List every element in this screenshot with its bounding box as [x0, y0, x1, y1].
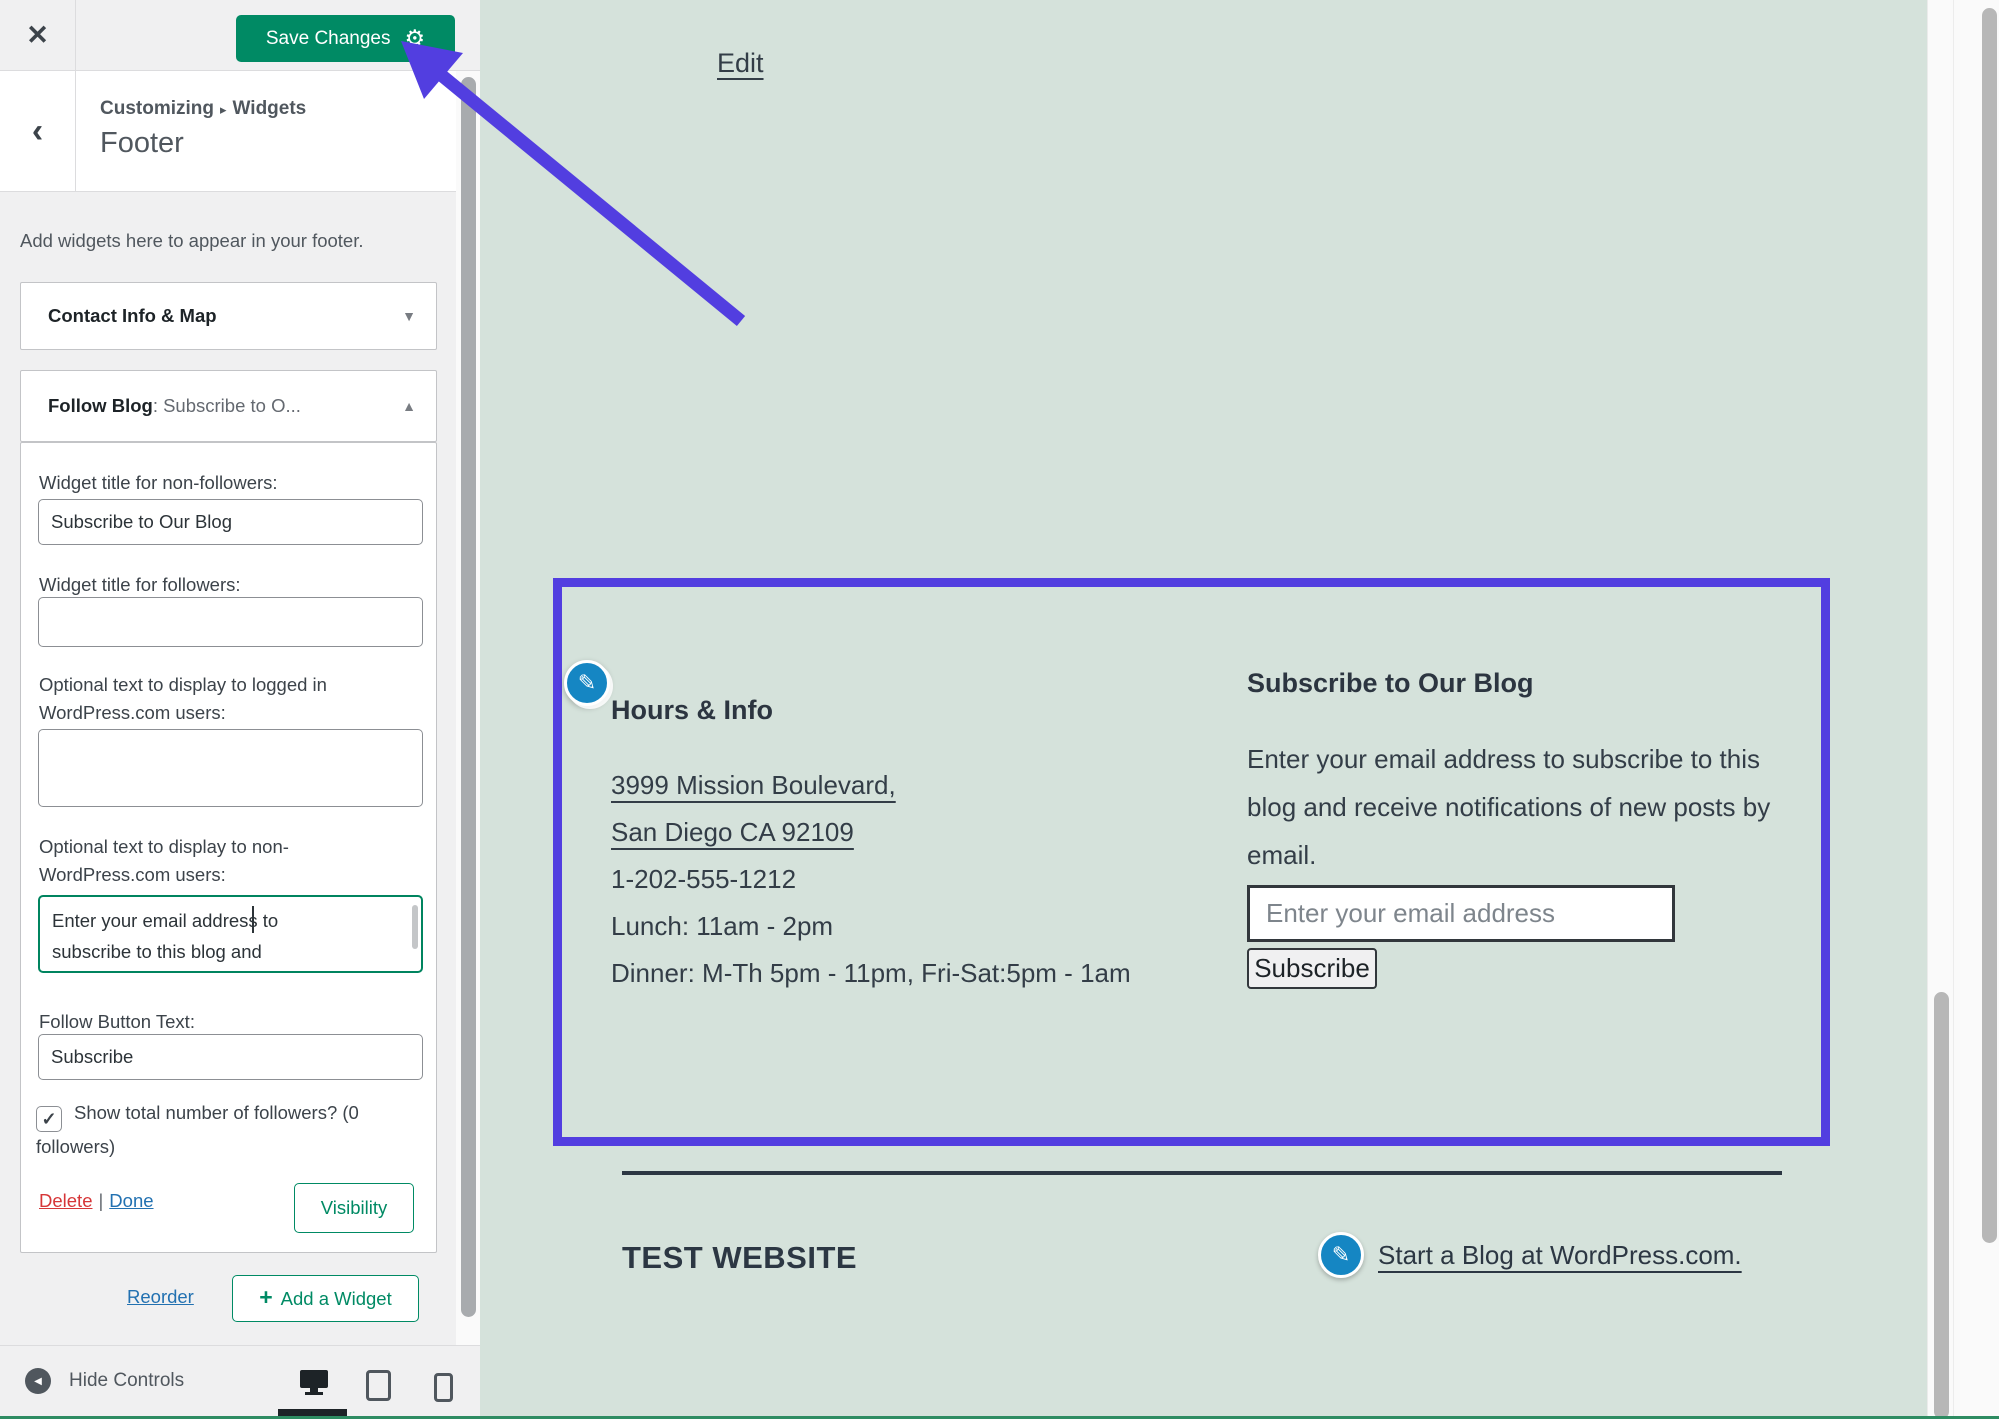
back-button[interactable]: ‹ [0, 71, 76, 192]
save-changes-label: Save Changes [265, 27, 391, 49]
follow-button-text-input[interactable] [38, 1034, 423, 1080]
visibility-button[interactable]: Visibility [294, 1183, 414, 1233]
subscribe-widget-text: Enter your email address to subscribe to… [1247, 744, 1771, 870]
edit-widget-shortcut-button[interactable]: ✎ [564, 660, 610, 706]
field-label-nonwp-text: Optional text to display to non-WordPres… [39, 836, 289, 885]
field-label-nonfollowers: Widget title for non-followers: [39, 472, 278, 493]
widget-title: Contact Info & Map [48, 305, 217, 326]
hours-info-title: Hours & Info [611, 695, 773, 725]
save-changes-button[interactable]: Save Changes ⚙ [236, 15, 455, 62]
customizer-topbar: ✕ Save Changes ⚙ [0, 0, 480, 71]
email-address-input[interactable] [1247, 885, 1675, 942]
field-label-loggedin-text: Optional text to display to logged in Wo… [39, 674, 327, 723]
edit-credit-shortcut-button[interactable]: ✎ [1318, 1232, 1364, 1278]
widget-title: Follow Blog: Subscribe to O... [48, 395, 301, 416]
field-label-followers: Widget title for followers: [39, 574, 241, 595]
widget-action-links: Delete | Done [39, 1190, 154, 1212]
scrollbar-track-divider [1953, 0, 1954, 1419]
start-a-blog-link[interactable]: Start a Blog at WordPress.com. [1378, 1240, 1742, 1271]
preview-edit-link[interactable]: Edit [717, 48, 764, 79]
panel-description: Add widgets here to appear in your foote… [20, 230, 364, 251]
close-customizer-button[interactable]: ✕ [0, 0, 76, 71]
close-icon: ✕ [26, 20, 49, 50]
sidebar-scrollbar[interactable] [456, 71, 480, 1345]
collapse-icon: ◀ [25, 1368, 51, 1394]
customizer-bottombar: ◀ Hide Controls [0, 1345, 480, 1419]
pencil-icon: ✎ [577, 670, 597, 695]
subscribe-widget-title: Subscribe to Our Blog [1247, 668, 1534, 698]
checkbox-label: Show total number of followers? (0 follo… [36, 1102, 359, 1157]
textarea-value: Enter your email address to subscribe to… [52, 910, 279, 962]
widgets-panel: Add widgets here to appear in your foote… [0, 192, 480, 1345]
check-icon: ✓ [41, 1109, 57, 1129]
desktop-icon [300, 1370, 328, 1388]
address-link-line2[interactable]: San Diego CA 92109 [611, 817, 854, 847]
pencil-icon: ✎ [1331, 1242, 1351, 1267]
text-cursor [252, 906, 254, 933]
add-widget-label: Add a Widget [280, 1287, 392, 1309]
footer-divider [622, 1171, 1782, 1175]
browser-scrollbar-thumb[interactable] [1982, 8, 1997, 1243]
chevron-up-icon[interactable]: ▲ [402, 398, 416, 414]
done-link[interactable]: Done [109, 1190, 153, 1211]
subscribe-button[interactable]: Subscribe [1247, 948, 1377, 989]
site-title: TEST WEBSITE [622, 1240, 858, 1275]
loggedin-users-textarea[interactable] [38, 729, 423, 807]
breadcrumb: Customizing ▸ Widgets [100, 98, 307, 119]
hide-controls-button[interactable]: ◀ Hide Controls [25, 1368, 184, 1394]
reorder-link[interactable]: Reorder [127, 1286, 194, 1308]
sidebar-scrollbar-thumb[interactable] [461, 77, 476, 1317]
desktop-preview-button[interactable] [300, 1370, 328, 1395]
add-widget-button[interactable]: + Add a Widget [232, 1275, 419, 1322]
active-device-indicator [278, 1409, 347, 1416]
widget-follow-blog-form: Widget title for non-followers: Widget t… [20, 442, 437, 1253]
gear-icon: ⚙ [404, 25, 426, 51]
lunch-hours: Lunch: 11am - 2pm [611, 911, 834, 941]
breadcrumb-separator-icon: ▸ [220, 102, 227, 117]
page-title: Footer [100, 127, 184, 159]
nonwp-users-textarea[interactable]: Enter your email address to subscribe to… [38, 895, 423, 973]
phone-number: 1-202-555-1212 [611, 864, 797, 894]
hide-controls-label: Hide Controls [69, 1370, 185, 1391]
hours-info-widget: 3999 Mission Boulevard, San Diego CA 921… [611, 762, 1141, 997]
plus-icon: + [259, 1284, 273, 1310]
widget-title-nonfollowers-input[interactable] [38, 499, 423, 545]
chevron-down-icon[interactable]: ▼ [402, 308, 416, 324]
dinner-hours: Dinner: M-Th 5pm - 11pm, Fri-Sat:5pm - 1… [611, 958, 1131, 988]
tablet-preview-button[interactable] [366, 1370, 391, 1401]
widget-title-followers-input[interactable] [38, 597, 423, 647]
mobile-preview-button[interactable] [434, 1373, 453, 1402]
checkbox-checked[interactable]: ✓ [36, 1106, 62, 1132]
widget-contact-info-map[interactable]: Contact Info & Map ▼ [20, 282, 437, 350]
links-separator: | [98, 1190, 104, 1211]
customizer-sidebar: ✕ Save Changes ⚙ ‹ Customizing ▸ Widgets F… [0, 0, 480, 1419]
section-header: ‹ Customizing ▸ Widgets Footer [0, 71, 480, 192]
window-scrollbar-area [1927, 0, 1999, 1419]
delete-link[interactable]: Delete [39, 1190, 92, 1211]
address-link-line1[interactable]: 3999 Mission Boulevard, [611, 770, 896, 800]
show-followers-checkbox-row[interactable]: ✓ Show total number of followers? (0 foll… [36, 1098, 431, 1162]
preview-scrollbar-thumb[interactable] [1934, 992, 1949, 1419]
widget-follow-blog-header[interactable]: Follow Blog: Subscribe to O... ▲ [20, 370, 437, 442]
back-icon: ‹ [31, 112, 44, 150]
field-label-follow-button-text: Follow Button Text: [39, 1011, 195, 1032]
site-preview-pane: Edit ✎ Hours & Info 3999 Mission Bouleva… [480, 0, 1927, 1419]
textarea-scrollbar[interactable] [412, 905, 418, 949]
